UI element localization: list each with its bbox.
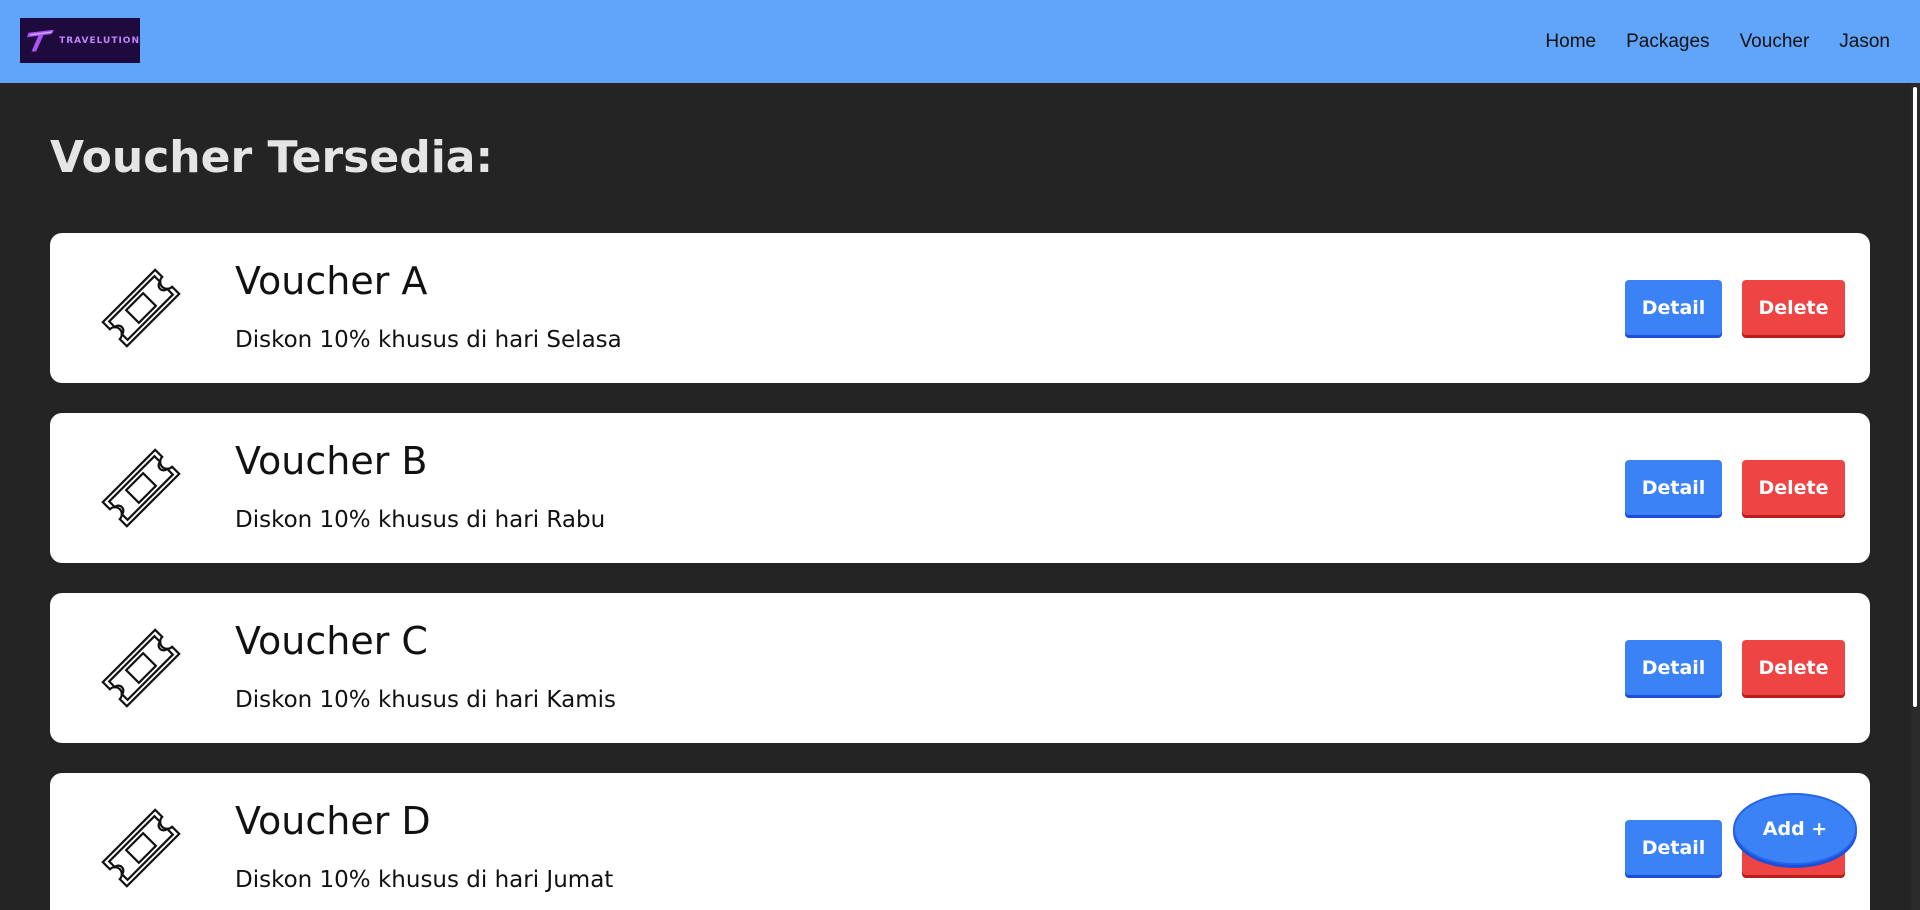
- voucher-title: Voucher A: [235, 259, 428, 303]
- voucher-title: Voucher D: [235, 799, 431, 843]
- ticket-icon: [101, 808, 181, 888]
- nav-user-link[interactable]: Jason: [1839, 31, 1890, 53]
- scrollbar[interactable]: [1911, 83, 1920, 910]
- voucher-card: Voucher C Diskon 10% khusus di hari Kami…: [50, 593, 1870, 743]
- ticket-icon: [101, 268, 181, 348]
- delete-button[interactable]: Delete: [1742, 640, 1845, 695]
- navbar: TRAVELUTION Home Packages Voucher Jason: [0, 0, 1920, 83]
- nav-packages-link[interactable]: Packages: [1626, 31, 1709, 53]
- delete-button[interactable]: Delete: [1742, 280, 1845, 335]
- voucher-description: Diskon 10% khusus di hari Rabu: [235, 507, 606, 533]
- ticket-icon: [101, 448, 181, 528]
- nav-home-link[interactable]: Home: [1545, 31, 1596, 53]
- voucher-list: Voucher A Diskon 10% khusus di hari Sela…: [50, 233, 1870, 910]
- add-voucher-button[interactable]: Add +: [1733, 793, 1857, 865]
- voucher-description: Diskon 10% khusus di hari Jumat: [235, 867, 614, 893]
- detail-button[interactable]: Detail: [1625, 280, 1722, 335]
- voucher-card: Voucher D Diskon 10% khusus di hari Juma…: [50, 773, 1870, 910]
- scrollbar-thumb[interactable]: [1913, 87, 1917, 707]
- delete-button[interactable]: Delete: [1742, 460, 1845, 515]
- detail-button[interactable]: Detail: [1625, 820, 1722, 875]
- voucher-description: Diskon 10% khusus di hari Kamis: [235, 687, 616, 713]
- nav-voucher-link[interactable]: Voucher: [1740, 31, 1810, 53]
- voucher-card: Voucher B Diskon 10% khusus di hari Rabu…: [50, 413, 1870, 563]
- voucher-title: Voucher B: [235, 439, 428, 483]
- detail-button[interactable]: Detail: [1625, 640, 1722, 695]
- page-title: Voucher Tersedia:: [50, 132, 494, 183]
- voucher-card: Voucher A Diskon 10% khusus di hari Sela…: [50, 233, 1870, 383]
- ticket-icon: [101, 628, 181, 708]
- brand-logo[interactable]: TRAVELUTION: [20, 18, 140, 63]
- travelution-logo-icon: [27, 29, 55, 52]
- brand-name: TRAVELUTION: [59, 35, 140, 46]
- detail-button[interactable]: Detail: [1625, 460, 1722, 515]
- voucher-description: Diskon 10% khusus di hari Selasa: [235, 327, 622, 353]
- voucher-title: Voucher C: [235, 619, 428, 663]
- nav-links: Home Packages Voucher Jason: [1545, 0, 1890, 83]
